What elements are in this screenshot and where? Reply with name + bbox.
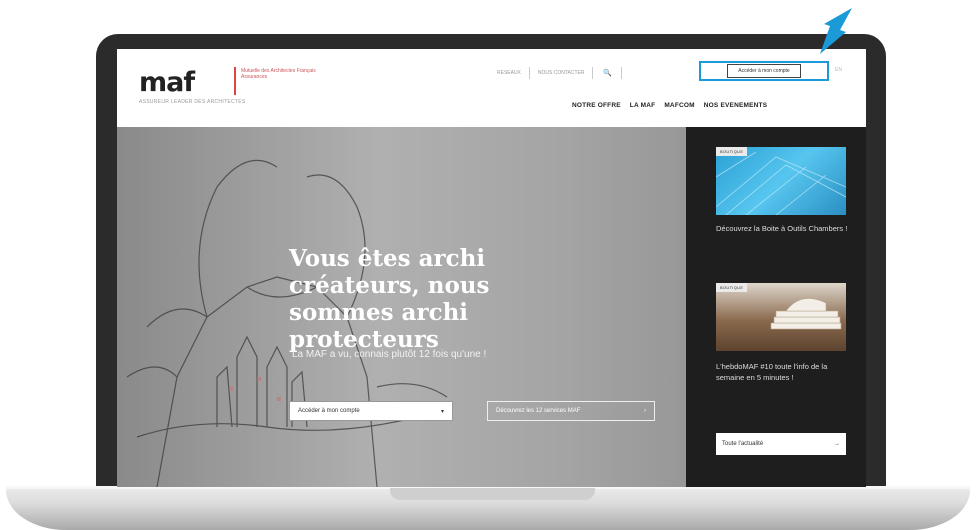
nav-item-mafcom[interactable]: MAFCOM bbox=[664, 102, 694, 109]
logo-subtitle: Mutuelle des Architectes Français Assura… bbox=[241, 68, 316, 80]
news-card-image[interactable]: BOUTIQUE bbox=[715, 147, 847, 216]
site-header: maf Mutuelle des Architectes Français As… bbox=[117, 49, 866, 127]
site-tagline: ASSUREUR LEADER DES ARCHITECTES bbox=[139, 99, 246, 105]
news-badge: BOUTIQUE bbox=[716, 147, 748, 156]
account-button-highlight: Accéder à mon compte bbox=[699, 61, 829, 81]
chevron-right-icon: › bbox=[644, 408, 646, 414]
nav-item-la-maf[interactable]: LA MAF bbox=[630, 102, 656, 109]
language-switch[interactable]: EN bbox=[835, 67, 842, 73]
nav-item-evenements[interactable]: NOS EVENEMENTS bbox=[704, 102, 767, 109]
account-button[interactable]: Accéder à mon compte bbox=[727, 64, 801, 78]
maf-logo[interactable]: maf bbox=[139, 67, 195, 98]
arrow-right-icon: → bbox=[834, 441, 840, 447]
blueprint-illustration bbox=[715, 151, 847, 216]
chevron-down-icon: ▾ bbox=[440, 408, 444, 415]
news-card-title[interactable]: Découvrez la Boite à Outils Chambers ! bbox=[716, 223, 848, 234]
top-link-contact[interactable]: NOUS CONTACTER bbox=[538, 70, 585, 76]
discover-services-label: Découvrez les 12 services MAF bbox=[496, 408, 581, 414]
all-news-button[interactable]: Toute l'actualité → bbox=[716, 433, 846, 455]
divider bbox=[592, 67, 594, 79]
laptop-mockup: maf Mutuelle des Architectes Français As… bbox=[0, 0, 976, 530]
search-icon[interactable]: 🔍 bbox=[601, 67, 613, 79]
logo-divider bbox=[234, 67, 236, 95]
news-panel: BOUTIQUE Découvrez la Boite à Outils Cha… bbox=[686, 127, 866, 487]
browser-screen: maf Mutuelle des Architectes Français As… bbox=[117, 49, 866, 487]
news-card-image[interactable]: BOUTIQUE bbox=[716, 283, 846, 351]
all-news-label: Toute l'actualité bbox=[722, 441, 764, 447]
books-illustration bbox=[770, 298, 842, 330]
news-card-title[interactable]: L'hebdoMAF #10 toute l'info de la semain… bbox=[716, 361, 848, 383]
hero-account-label: Accéder à mon compte bbox=[298, 408, 360, 414]
pointer-arrow-icon bbox=[820, 8, 852, 54]
news-badge: BOUTIQUE bbox=[716, 283, 748, 292]
top-link-reseaux[interactable]: RESEAUX bbox=[497, 70, 521, 76]
main-nav: NOTRE OFFRE LA MAF MAFCOM NOS EVENEMENTS bbox=[572, 102, 767, 109]
hero-title: Vous êtes archi créateurs, nous sommes a… bbox=[289, 245, 490, 353]
divider bbox=[621, 67, 623, 79]
nav-item-offre[interactable]: NOTRE OFFRE bbox=[572, 102, 621, 109]
top-links: RESEAUX NOUS CONTACTER 🔍 bbox=[497, 67, 623, 79]
hero-subtitle: La MAF a vu, connais plutôt 12 fois qu'u… bbox=[292, 349, 487, 360]
laptop-notch bbox=[390, 488, 595, 500]
hero-account-dropdown[interactable]: Accéder à mon compte ▾ bbox=[289, 401, 453, 421]
discover-services-button[interactable]: Découvrez les 12 services MAF › bbox=[487, 401, 655, 421]
divider bbox=[528, 67, 530, 79]
